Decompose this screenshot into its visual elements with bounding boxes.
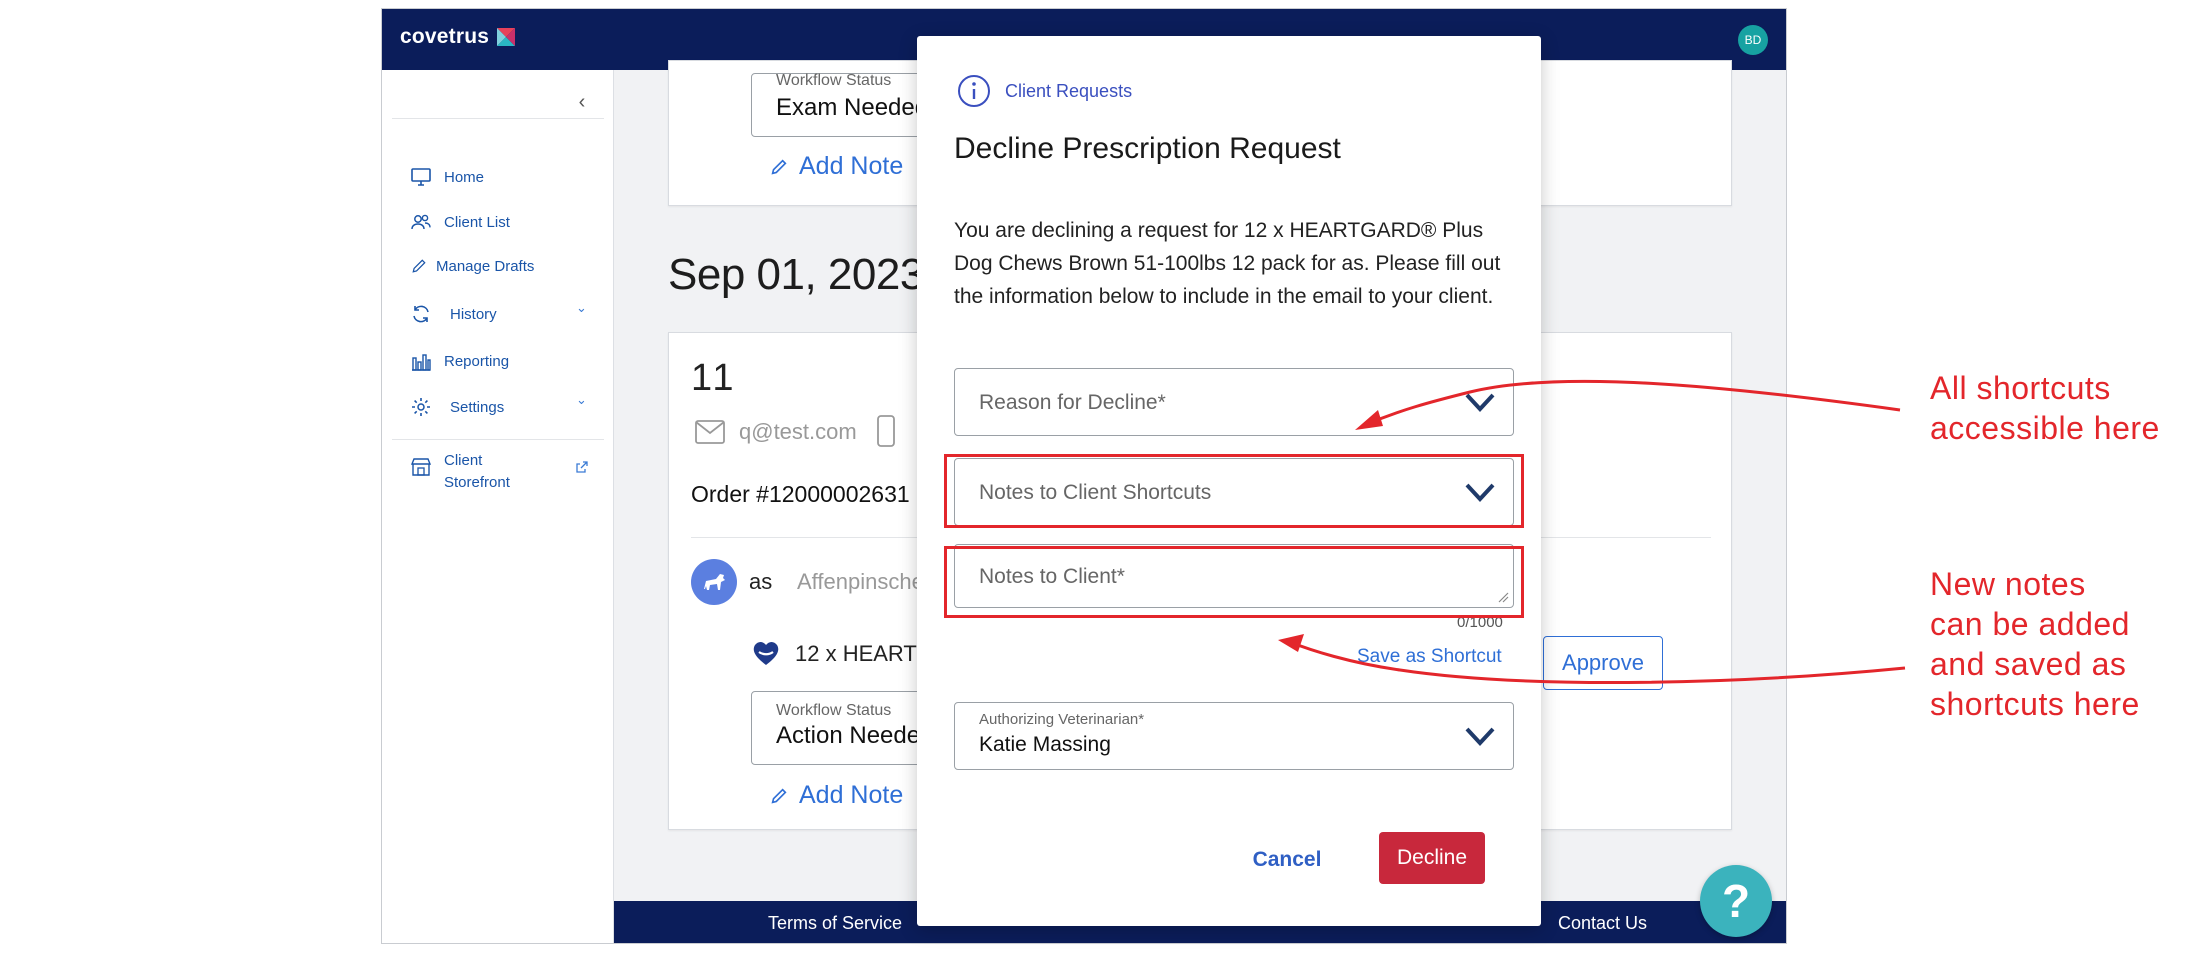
covetrus-logo[interactable]: covetrus [400,25,517,49]
sidebar-item-label: Client Storefront [444,452,510,491]
date-heading: Sep 01, 2023 [668,250,924,299]
order-number: Order #12000002631 [691,481,910,507]
sidebar-item-settings[interactable]: Settings [410,396,504,418]
sidebar-item-label: Manage Drafts [436,257,535,275]
reason-for-decline-select[interactable]: Reason for Decline* [954,368,1514,436]
pencil-icon [771,158,787,174]
dog-icon [704,574,725,590]
annotation-line: shortcuts here [1930,686,2140,722]
sidebar-item-label: Reporting [444,352,510,370]
user-avatar[interactable]: BD [1738,25,1768,55]
breadcrumb[interactable]: Client Requests [957,74,1132,108]
users-icon [411,214,431,230]
breadcrumb-label: Client Requests [1005,80,1133,101]
phone-icon [877,415,895,447]
highlight-notes-box [944,546,1524,618]
modal-description: You are declining a request for 12 x HEA… [954,219,1501,308]
client-email[interactable]: q@test.com [739,419,857,445]
annotation-line: and saved as [1930,646,2127,682]
info-icon [958,75,990,107]
cancel-button[interactable]: Cancel [1247,836,1327,884]
pet-avatar [691,559,737,605]
logo-text: covetrus [400,25,490,48]
annotation-line: can be added [1930,606,2130,642]
annotation-line: New notes [1930,566,2086,602]
annotation-shortcuts-text: All shortcuts accessible here [1930,368,2160,448]
add-note-label: Add Note [799,152,904,180]
workflow-status-label: Workflow Status [776,72,892,89]
monitor-icon [411,168,431,186]
workflow-status-value: Exam Needed [776,94,929,121]
annotation-new-notes-text: New notes can be added and saved as shor… [1930,564,2140,724]
decline-button[interactable]: Decline [1379,832,1485,884]
sidebar-item-reporting[interactable]: Reporting [410,350,509,372]
vet-value: Katie Massing [979,733,1111,756]
collapse-sidebar-icon[interactable]: ‹ [572,92,592,112]
mail-icon [695,420,725,444]
modal-title: Decline Prescription Request [954,132,1341,165]
sidebar-item-label: Client List [444,213,510,231]
pet-name: as [749,569,773,594]
approve-button[interactable]: Approve [1543,636,1663,690]
sidebar-item-home[interactable]: Home [410,166,484,188]
sidebar-divider [392,439,604,440]
client-name: 11 [691,357,737,399]
sidebar-divider [392,118,604,119]
logo-mark-icon [497,28,516,46]
annotation-line: All shortcuts [1930,370,2111,406]
chevron-down-icon [1465,393,1495,412]
storefront-icon [410,458,432,476]
gear-icon [412,398,430,416]
refresh-icon [413,305,429,323]
pet-breed: Affenpinscher [797,569,932,594]
chevron-down-icon[interactable]: ⌄ [576,392,587,408]
authorizing-veterinarian-select[interactable]: Authorizing Veterinarian* Katie Massing [954,702,1514,770]
add-note-label: Add Note [799,781,904,809]
contact-us-link[interactable]: Contact Us [1558,913,1647,934]
sidebar: ‹ Home Client List Manage Drafts History… [382,70,614,943]
workflow-status-value: Action Needed [776,722,934,749]
bar-chart-icon [412,354,431,371]
sidebar-item-history[interactable]: History [410,303,497,325]
pencil-icon [771,787,787,803]
highlight-shortcuts-box [944,454,1524,528]
reason-placeholder: Reason for Decline* [979,391,1166,414]
add-note-button[interactable]: Add Note [769,781,903,810]
chevron-down-icon [1465,727,1495,746]
chevron-down-icon[interactable]: ⌄ [576,300,587,316]
add-note-button[interactable]: Add Note [769,152,903,181]
vet-label: Authorizing Veterinarian* [979,711,1145,728]
external-link-icon[interactable] [575,460,589,474]
sidebar-item-label: Home [444,168,485,186]
workflow-status-label: Workflow Status [776,702,892,719]
sidebar-item-client-list[interactable]: Client List [410,211,510,233]
terms-of-service-link[interactable]: Terms of Service [768,913,902,934]
help-button[interactable]: ? [1700,865,1772,937]
sidebar-item-manage-drafts[interactable]: Manage Drafts [410,257,534,275]
sidebar-item-label: Settings [450,398,505,416]
sidebar-item-client-storefront[interactable]: Client Storefront [410,450,524,494]
sidebar-item-label: History [450,305,497,323]
pencil-icon [412,259,426,273]
save-as-shortcut-link[interactable]: Save as Shortcut [1357,646,1502,668]
heartgard-icon [753,642,779,665]
annotation-line: accessible here [1930,410,2160,446]
